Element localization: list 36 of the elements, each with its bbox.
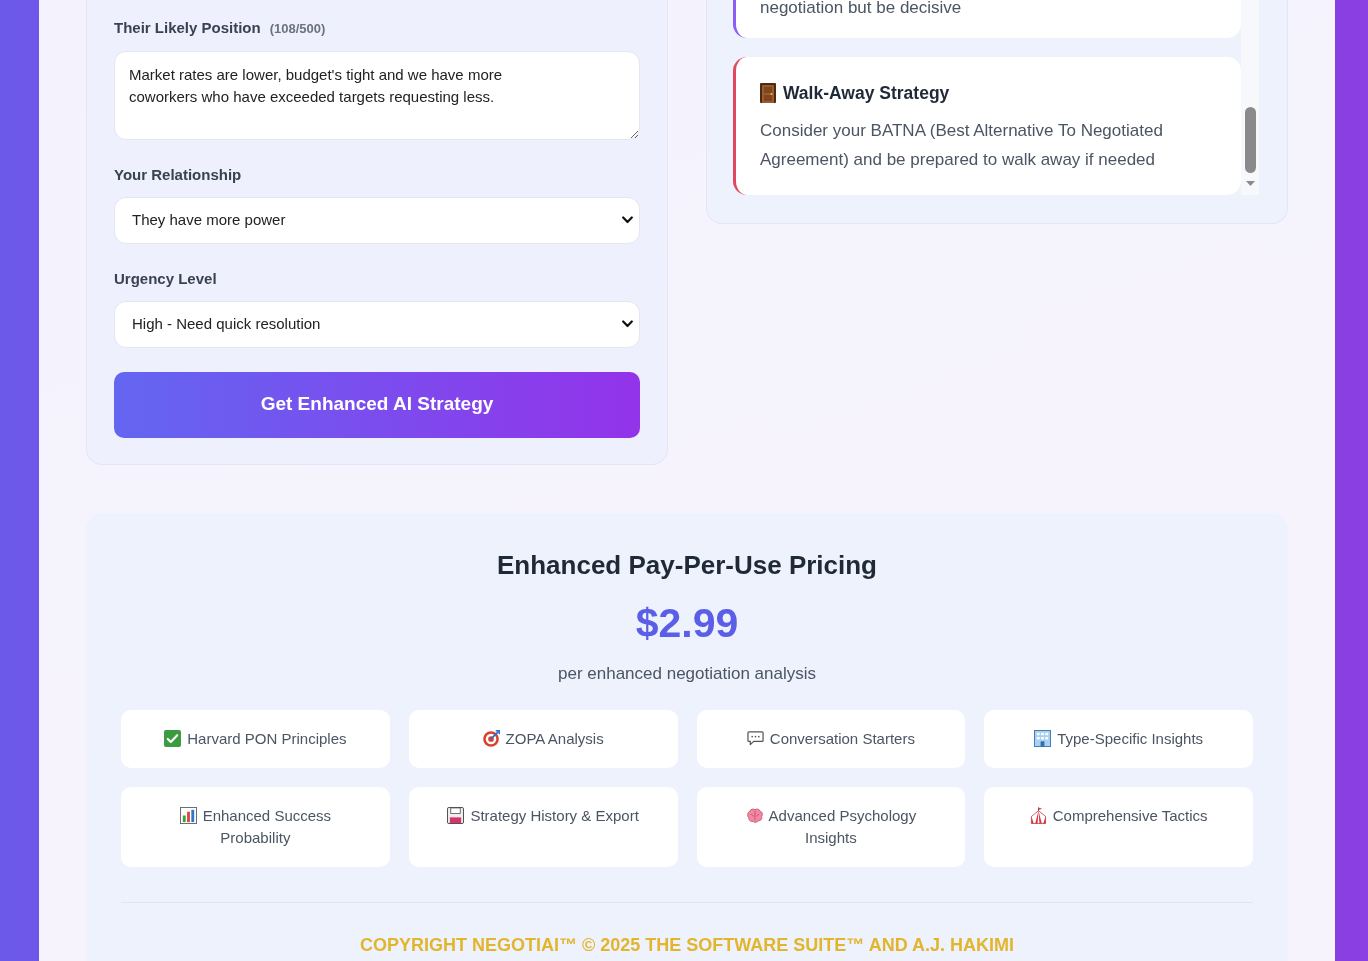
char-counter: (108/500) bbox=[269, 20, 326, 38]
checkmark-icon bbox=[164, 729, 182, 747]
target-icon bbox=[482, 729, 500, 747]
chevron-icon bbox=[622, 320, 633, 328]
feature-label: Advanced Psychology Insights bbox=[768, 806, 917, 846]
scrollbar-thumb[interactable] bbox=[1244, 107, 1256, 173]
feature-label: Harvard PON Principles bbox=[187, 729, 347, 747]
bar-chart-icon bbox=[179, 806, 197, 824]
price-amount: $2.99 bbox=[634, 598, 740, 647]
dropdown-select[interactable]: High - Need quick resolution bbox=[114, 300, 640, 348]
feature-label: ZOPA Analysis bbox=[505, 729, 604, 747]
building-icon bbox=[1034, 729, 1052, 747]
feature-label: Enhanced Success Probability bbox=[202, 806, 332, 846]
feature-label: Comprehensive Tactics bbox=[1052, 806, 1208, 824]
strategy-text: negotiation but be decisive bbox=[760, 0, 963, 16]
door-icon bbox=[760, 83, 776, 103]
submit-button[interactable]: Get Enhanced AI Strategy bbox=[114, 371, 640, 438]
feature-label: Strategy History & Export bbox=[470, 806, 639, 824]
feature-label: Conversation Starters bbox=[769, 729, 915, 747]
price-note: per enhanced negotiation analysis bbox=[557, 662, 817, 685]
scroll-down-arrow-icon bbox=[1245, 181, 1255, 186]
strategy-text: Consider your BATNA (Best Alternative To Negotiated Agreement) and be prepared to walk away if needed bbox=[760, 120, 1164, 171]
brain-icon bbox=[745, 806, 763, 824]
text-area[interactable]: Market rates are lower, budget's tight and we have more coworkers who have exceeded targets requesting less. bbox=[114, 50, 640, 140]
field-label: Urgency Level bbox=[114, 268, 217, 289]
strategy-title: Walk-Away Strategy bbox=[783, 82, 950, 105]
chevron-icon bbox=[622, 216, 633, 224]
dropdown-select[interactable]: They have more power bbox=[114, 196, 640, 244]
pricing-title: Enhanced Pay-Per-Use Pricing bbox=[496, 548, 878, 581]
field-label: Your Relationship bbox=[114, 164, 242, 185]
field-label: Their Likely Position bbox=[114, 18, 261, 38]
speech-bubble-icon bbox=[746, 729, 764, 747]
feature-label: Type-Specific Insights bbox=[1057, 729, 1204, 747]
scrollbar-track[interactable] bbox=[1241, 0, 1259, 195]
tent-icon bbox=[1029, 806, 1047, 824]
copyright-text: COPYRIGHT NEGOTIAI™ © 2025 THE SOFTWARE SUITE™ AND A.J. HAKIMI bbox=[359, 933, 1015, 956]
